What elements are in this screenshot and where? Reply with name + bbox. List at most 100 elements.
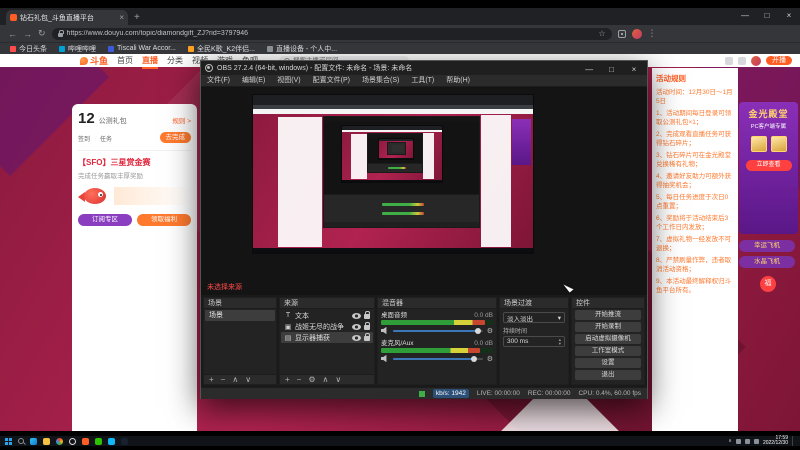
badge-signin[interactable]: 签到 [78, 133, 90, 143]
transition-select[interactable]: 淡入淡出 ▾ [503, 312, 565, 323]
taskbar-search-icon[interactable] [18, 438, 24, 444]
bookmark-item[interactable]: Tiscali War Accor... [108, 45, 176, 52]
source-properties-button[interactable]: ⚙ [308, 375, 315, 385]
complete-task-button[interactable]: 去完成 [159, 132, 191, 143]
claim-button[interactable]: 领取福利 [137, 214, 191, 226]
lock-icon[interactable] [364, 322, 370, 330]
notification-center-button[interactable] [792, 436, 795, 446]
source-item-display[interactable]: ▤ 显示器捕获 [281, 332, 373, 343]
settings-button[interactable]: 设置 [575, 358, 641, 368]
menu-help[interactable]: 帮助(H) [440, 75, 476, 86]
bookmark-item[interactable]: 全民K歌_K2伴侣... [188, 44, 255, 54]
window-maximize-button[interactable]: □ [756, 8, 778, 25]
profile-avatar[interactable] [631, 28, 642, 39]
remove-scene-button[interactable]: − [221, 375, 226, 385]
volume-slider[interactable] [393, 355, 483, 362]
tab-strip: 钻石礼包_斗鱼直播平台 × + — □ × [0, 8, 800, 25]
bookmark-item[interactable]: 哔哩哔哩 [59, 44, 96, 54]
bookmark-item[interactable]: 今日头条 [10, 44, 47, 54]
window-close-button[interactable]: × [778, 8, 800, 25]
bookmark-star-icon[interactable]: ☆ [598, 29, 605, 38]
back-button[interactable]: ← [8, 29, 17, 39]
windows-taskbar: ∧ 17:59 2022/12/30 [0, 436, 800, 446]
source-down-button[interactable]: ∨ [335, 375, 341, 385]
message-icon[interactable] [725, 56, 733, 65]
speaker-icon[interactable] [381, 354, 387, 363]
forward-button[interactable]: → [23, 29, 32, 39]
explorer-icon[interactable] [43, 437, 50, 445]
studio-mode-button[interactable]: 工作室模式 [575, 346, 641, 356]
nav-live[interactable]: 直播 [142, 55, 159, 69]
visibility-eye-icon[interactable] [352, 312, 361, 319]
wechat-icon[interactable] [95, 437, 102, 445]
channel-settings-icon[interactable]: ⚙ [487, 355, 493, 363]
channel-settings-icon[interactable]: ⚙ [487, 327, 493, 335]
obs-titlebar[interactable]: OBS 27.2.4 (64-bit, windows) - 配置文件: 未命名… [201, 61, 647, 75]
add-scene-button[interactable]: + [209, 375, 214, 385]
browser-menu-icon[interactable]: ⋮ [648, 28, 657, 39]
edge-icon[interactable] [30, 437, 37, 445]
visibility-eye-icon[interactable] [352, 323, 361, 330]
add-source-button[interactable]: + [285, 375, 290, 385]
nav-home[interactable]: 首页 [117, 55, 133, 66]
lock-icon[interactable] [364, 311, 370, 319]
banner-button[interactable]: 立即查看 [745, 160, 792, 171]
qq-icon[interactable] [108, 437, 115, 445]
float-button-crystal[interactable]: 水晶飞机 [739, 256, 795, 268]
menu-tools[interactable]: 工具(T) [405, 75, 440, 86]
menu-edit[interactable]: 编辑(E) [236, 75, 271, 86]
subscribe-button[interactable]: 订阅专区 [78, 214, 132, 226]
url-input[interactable] [66, 30, 595, 37]
duration-label: 持续时间 [503, 329, 528, 335]
scene-item[interactable]: 场景 [205, 310, 275, 321]
obs-icon[interactable] [69, 437, 76, 445]
download-icon[interactable] [738, 56, 746, 65]
window-minimize-button[interactable]: — [734, 8, 756, 25]
scene-up-button[interactable]: ∧ [232, 375, 238, 385]
url-bar[interactable]: ☆ [51, 27, 612, 40]
speaker-icon[interactable] [381, 326, 387, 335]
browser-tab[interactable]: 钻石礼包_斗鱼直播平台 × [6, 10, 128, 25]
steam-icon[interactable] [121, 437, 128, 445]
scene-down-button[interactable]: ∨ [245, 375, 251, 385]
menu-view[interactable]: 视图(V) [271, 75, 306, 86]
extensions-icon[interactable] [617, 29, 626, 38]
start-recording-button[interactable]: 开始录制 [575, 322, 641, 332]
go-live-button[interactable]: 开播 [766, 56, 792, 65]
menu-scene-collection[interactable]: 场景集合(S) [356, 75, 405, 86]
reload-button[interactable]: ↻ [38, 28, 46, 39]
float-button-fortune[interactable]: 福 [760, 276, 776, 292]
gold-hall-banner[interactable]: 金光殿堂 PC客户端专属 立即查看 [739, 102, 798, 234]
exit-button[interactable]: 退出 [575, 370, 641, 380]
taskbar-clock[interactable]: 17:59 2022/12/30 [763, 436, 788, 446]
source-item-game[interactable]: ▣ 战姬无尽的战争 [281, 321, 373, 332]
rules-link[interactable]: 规则 > [172, 115, 191, 125]
menu-profile[interactable]: 配置文件(P) [307, 75, 356, 86]
badge-task[interactable]: 任务 [100, 133, 112, 143]
volume-slider[interactable] [393, 327, 483, 334]
chrome-icon[interactable] [56, 437, 63, 445]
start-streaming-button[interactable]: 开始推流 [575, 310, 641, 320]
tray-expand-icon[interactable]: ∧ [728, 436, 732, 446]
source-up-button[interactable]: ∧ [323, 375, 329, 385]
start-button[interactable] [5, 437, 12, 445]
new-tab-button[interactable]: + [134, 12, 140, 23]
source-item-text[interactable]: T 文本 [281, 310, 373, 321]
duration-spinner[interactable]: 300 ms ▴ ▾ [503, 336, 565, 347]
network-icon[interactable] [735, 438, 741, 444]
virtual-camera-button[interactable]: 启动虚拟摄像机 [575, 334, 641, 344]
float-button-lucky[interactable]: 幸运飞机 [739, 240, 795, 252]
ime-icon[interactable] [753, 438, 759, 444]
nav-categories[interactable]: 分类 [167, 55, 183, 66]
lock-icon[interactable] [364, 333, 370, 341]
user-avatar[interactable] [751, 55, 761, 66]
menu-file[interactable]: 文件(F) [201, 75, 236, 86]
tab-close-icon[interactable]: × [119, 13, 124, 22]
douyu-logo[interactable]: 斗鱼 [80, 54, 108, 67]
visibility-eye-icon[interactable] [352, 334, 361, 341]
remove-source-button[interactable]: − [297, 375, 302, 385]
volume-icon[interactable] [744, 438, 750, 444]
douyu-app-icon[interactable] [82, 437, 89, 445]
bookmark-item[interactable]: 直播设备 - 个人中... [266, 44, 337, 54]
obs-preview[interactable]: 未选择来源 [201, 87, 647, 295]
